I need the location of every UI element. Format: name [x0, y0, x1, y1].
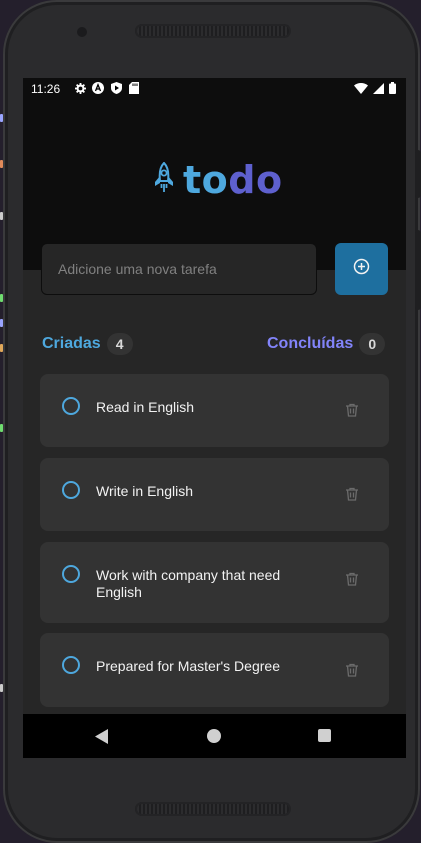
rocket-icon: [153, 161, 175, 199]
task-item: Prepared for Master's Degree: [40, 633, 389, 707]
task-checkbox[interactable]: [62, 397, 80, 415]
sd-card-icon: [128, 82, 140, 94]
battery-icon: [389, 82, 396, 97]
plus-circle-icon: [353, 258, 370, 280]
task-text: Read in English: [96, 399, 195, 415]
front-camera: [77, 27, 87, 37]
task-checkbox[interactable]: [62, 565, 80, 583]
recents-square-icon[interactable]: [318, 729, 331, 742]
task-text: Write in English: [96, 483, 194, 499]
settings-icon: [74, 82, 86, 94]
created-label: Criadas: [42, 335, 101, 352]
phone-frame: 11:26 todo Adicione uma nova tarefa Cria…: [3, 0, 421, 843]
app-logo: todo: [153, 158, 283, 202]
created-count-badge: 4: [106, 333, 133, 355]
task-item: Read in English: [40, 374, 389, 447]
trash-icon[interactable]: [345, 403, 359, 417]
nav-bar: [23, 714, 406, 758]
logo-text-to: to: [183, 158, 229, 202]
new-task-input[interactable]: Adicione uma nova tarefa: [41, 243, 317, 295]
a-badge-icon: [92, 82, 104, 94]
app-screen: 11:26 todo Adicione uma nova tarefa Cria…: [23, 78, 406, 758]
trash-icon[interactable]: [345, 572, 359, 586]
trash-icon[interactable]: [345, 487, 359, 501]
trash-icon[interactable]: [345, 663, 359, 677]
task-text: Prepared for Master's Degree: [96, 658, 280, 674]
wifi-icon: [354, 82, 368, 97]
top-speaker: [135, 24, 291, 38]
back-triangle-icon[interactable]: [95, 729, 109, 749]
status-time: 11:26: [31, 82, 61, 96]
power-button: [415, 150, 421, 198]
done-count-badge: 0: [359, 333, 386, 355]
status-bar: 11:26: [23, 78, 406, 100]
add-task-button[interactable]: [335, 243, 388, 295]
done-label: Concluídas: [267, 335, 354, 352]
task-item: Work with company that need English: [40, 542, 389, 623]
volume-button: [415, 230, 421, 310]
task-item: Write in English: [40, 458, 389, 531]
task-text: Work with company that need English: [96, 567, 281, 600]
shield-play-icon: [110, 82, 122, 94]
bottom-speaker: [135, 802, 291, 816]
home-circle-icon[interactable]: [207, 729, 221, 743]
logo-text-do: do: [228, 158, 283, 202]
created-counter: Criadas 4: [42, 333, 133, 355]
done-counter: Concluídas 0: [267, 333, 386, 355]
cell-signal-icon: [373, 82, 384, 97]
task-checkbox[interactable]: [62, 481, 80, 499]
task-checkbox[interactable]: [62, 656, 80, 674]
logo-wordmark: todo: [183, 158, 283, 202]
